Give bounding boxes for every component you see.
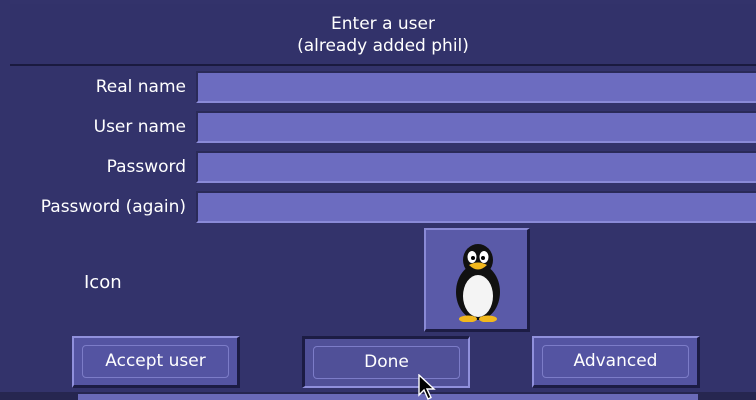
dialog-header: Enter a user (already added phil)	[10, 4, 756, 66]
password-row: Password	[10, 148, 756, 186]
user-form: Real name User name Password Password (a…	[10, 66, 756, 226]
real-name-field[interactable]	[196, 71, 756, 103]
mouse-pointer-icon	[418, 374, 436, 400]
accept-user-button-frame	[82, 345, 229, 378]
dialog-subtitle: (already added phil)	[297, 36, 469, 56]
password-field[interactable]	[196, 151, 756, 183]
icon-select-button[interactable]	[424, 228, 530, 332]
icon-label: Icon	[84, 272, 122, 293]
bottom-bar	[0, 392, 756, 400]
user-name-field[interactable]	[196, 111, 756, 143]
user-name-label: User name	[93, 117, 186, 137]
advanced-button[interactable]: Advanced	[532, 336, 700, 388]
bottom-track	[78, 394, 698, 400]
password-again-label: Password (again)	[40, 197, 186, 217]
real-name-row: Real name	[10, 68, 756, 106]
advanced-button-frame	[542, 345, 689, 378]
user-name-row: User name	[10, 108, 756, 146]
password-again-row: Password (again)	[10, 188, 756, 226]
dialog-title: Enter a user	[331, 14, 435, 34]
accept-user-button[interactable]: Accept user	[72, 336, 240, 388]
penguin-icon	[456, 244, 500, 322]
password-again-field[interactable]	[196, 191, 756, 223]
password-label: Password	[106, 157, 186, 177]
done-button[interactable]: Done	[302, 336, 470, 388]
real-name-label: Real name	[95, 77, 186, 97]
add-user-dialog: Enter a user (already added phil) Real n…	[0, 0, 756, 400]
